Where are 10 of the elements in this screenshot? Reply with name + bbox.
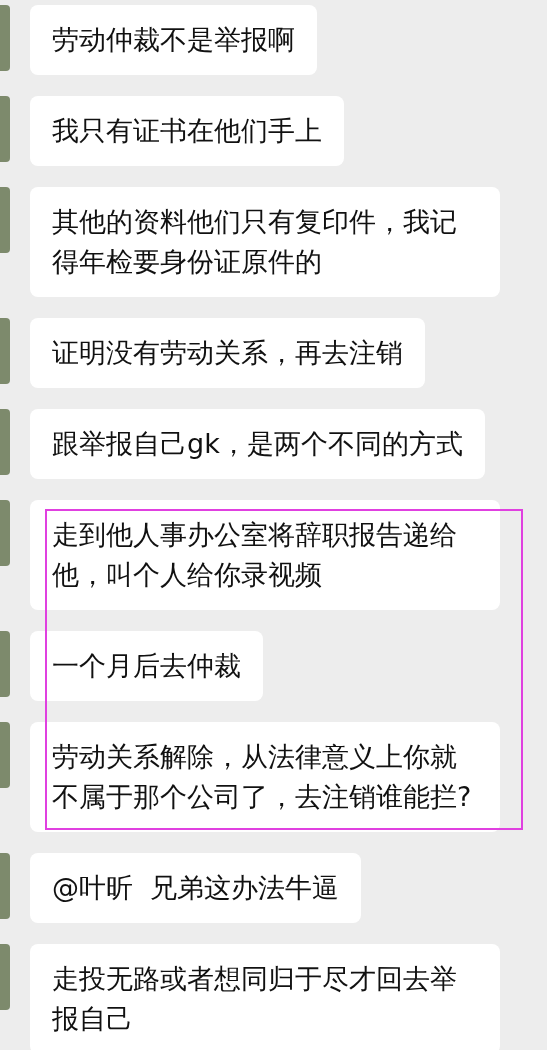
- message-bubble: 劳动关系解除，从法律意义上你就不属于那个公司了，去注销谁能拦?: [30, 722, 500, 832]
- message-bubble: 跟举报自己gk，是两个不同的方式: [30, 409, 485, 479]
- message-bubble: 其他的资料他们只有复印件，我记得年检要身份证原件的: [30, 187, 500, 297]
- message-bubble: 走投无路或者想同归于尽才回去举报自己: [30, 944, 500, 1050]
- message-bubble: @叶昕 兄弟这办法牛逼: [30, 853, 362, 923]
- message-bubble: 证明没有劳动关系，再去注销: [30, 318, 425, 388]
- message-bubble: 我只有证书在他们手上: [30, 96, 344, 166]
- message-bubble: 走到他人事办公室将辞职报告递给他，叫个人给你录视频: [30, 500, 500, 610]
- message-bubble: 劳动仲裁不是举报啊: [30, 5, 317, 75]
- message-bubble: 一个月后去仲裁: [30, 631, 263, 701]
